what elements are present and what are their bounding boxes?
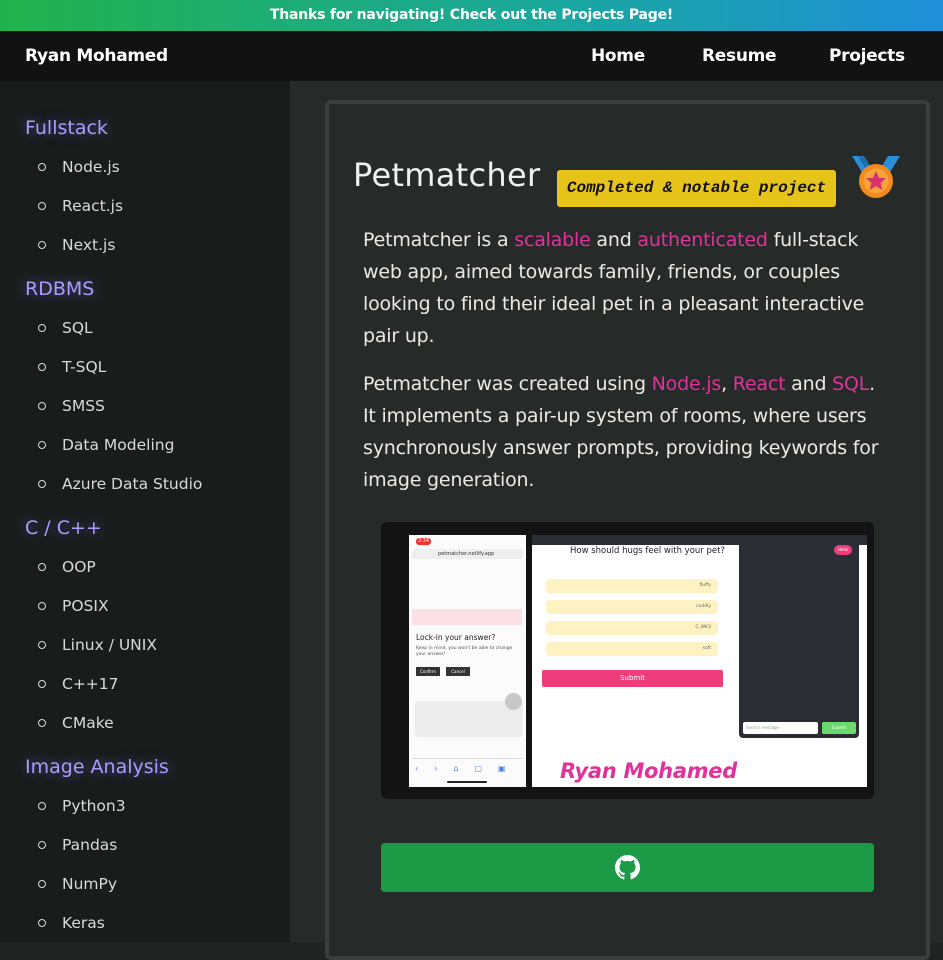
section-title-c-cpp: C / C++ bbox=[25, 517, 102, 539]
bullet-icon bbox=[38, 202, 46, 210]
highlight-sql: SQL bbox=[832, 373, 870, 395]
phone-lockin-heading: Lock-in your answer? bbox=[416, 633, 496, 642]
phone-url-bar: petmatcher.netlify.app bbox=[412, 549, 523, 559]
description-paragraph-2: Petmatcher was created using Node.js, Re… bbox=[363, 373, 879, 491]
skill-item: OOP bbox=[38, 557, 96, 577]
bullet-icon bbox=[38, 563, 46, 571]
phone-confirm-button[interactable]: Confirm bbox=[416, 667, 440, 676]
skill-label: Linux / UNIX bbox=[62, 636, 157, 654]
phone-mockup: 2:34 petmatcher.netlify.app Lock-in your… bbox=[409, 535, 526, 787]
bullet-icon bbox=[38, 680, 46, 688]
signature-text: Ryan Mohamed bbox=[560, 759, 737, 783]
skill-label: React.js bbox=[62, 197, 124, 215]
project-title: Petmatcher bbox=[353, 156, 541, 194]
skill-item: POSIX bbox=[38, 596, 109, 616]
bullet-icon bbox=[38, 919, 46, 927]
bullet-icon bbox=[38, 719, 46, 727]
phone-lockin-text: Keep in mind, you won't be able to chang… bbox=[416, 646, 513, 657]
answer-option[interactable]: cuddly bbox=[546, 600, 718, 614]
section-title-fullstack: Fullstack bbox=[25, 117, 108, 139]
bullet-icon bbox=[38, 402, 46, 410]
tablet-chat-panel: Hello Send a message Submit bbox=[739, 541, 859, 738]
skill-item: SMSS bbox=[38, 396, 105, 416]
tablet-submit-button[interactable]: Submit bbox=[542, 670, 723, 687]
bullet-icon bbox=[38, 324, 46, 332]
section-title-image-analysis: Image Analysis bbox=[25, 756, 169, 778]
skill-label: Data Modeling bbox=[62, 436, 175, 454]
skill-label: CMake bbox=[62, 714, 114, 732]
tablet-question: How should hugs feel with your pet? bbox=[570, 546, 725, 556]
answer-option[interactable]: soft bbox=[546, 642, 718, 656]
skill-label: C++17 bbox=[62, 675, 119, 693]
skill-label: T-SQL bbox=[62, 358, 107, 376]
skill-item: Node.js bbox=[38, 157, 120, 177]
skill-item: React.js bbox=[38, 196, 123, 216]
phone-browser-toolbar: ‹›⌂▢▣ bbox=[415, 764, 522, 773]
skill-label: POSIX bbox=[62, 597, 109, 615]
skill-label: SQL bbox=[62, 319, 93, 337]
phone-toolbar-divider bbox=[412, 758, 523, 759]
phone-input-faded bbox=[412, 609, 522, 625]
bullet-icon bbox=[38, 480, 46, 488]
highlight-nodejs: Node.js bbox=[651, 373, 722, 395]
medal-icon bbox=[852, 156, 900, 198]
bullet-icon bbox=[38, 641, 46, 649]
answer-option[interactable]: fluffy bbox=[546, 579, 718, 593]
skill-label: Next.js bbox=[62, 236, 116, 254]
skill-item: SQL bbox=[38, 318, 93, 338]
section-title-rdbms: RDBMS bbox=[25, 278, 95, 300]
banner-text: Thanks for navigating! Check out the Pro… bbox=[269, 7, 674, 23]
github-button[interactable] bbox=[381, 843, 874, 892]
highlight-authenticated: authenticated bbox=[637, 229, 768, 251]
github-icon bbox=[615, 855, 640, 880]
skill-item: Data Modeling bbox=[38, 435, 174, 455]
skill-item: CMake bbox=[38, 713, 114, 733]
skill-label: OOP bbox=[62, 558, 96, 576]
skill-item: Azure Data Studio bbox=[38, 474, 202, 494]
skills-sidebar: Fullstack Node.js React.js Next.js RDBMS… bbox=[0, 81, 290, 942]
bullet-icon bbox=[38, 802, 46, 810]
top-navbar: Ryan Mohamed Home Resume Projects bbox=[0, 31, 943, 81]
phone-avatar bbox=[505, 693, 522, 710]
bullet-icon bbox=[38, 880, 46, 888]
skill-label: Pandas bbox=[62, 836, 118, 854]
phone-cancel-button[interactable]: Cancel bbox=[446, 667, 470, 676]
skill-item: Next.js bbox=[38, 235, 115, 255]
skill-item: Keras bbox=[38, 913, 105, 933]
skill-item: Python3 bbox=[38, 796, 126, 816]
highlight-scalable: scalable bbox=[514, 229, 591, 251]
notification-banner: Thanks for navigating! Check out the Pro… bbox=[0, 0, 943, 31]
tablet-mockup: How should hugs feel with your pet? fluf… bbox=[532, 535, 867, 787]
bullet-icon bbox=[38, 841, 46, 849]
answer-option[interactable]: C_WK3 bbox=[546, 621, 718, 635]
nav-home-link[interactable]: Home bbox=[591, 31, 645, 81]
chat-bubble: Hello bbox=[834, 545, 852, 555]
skill-item: T-SQL bbox=[38, 357, 106, 377]
skill-item: C++17 bbox=[38, 674, 119, 694]
chat-input[interactable]: Send a message bbox=[743, 722, 818, 734]
skill-label: Keras bbox=[62, 914, 105, 932]
brand-name[interactable]: Ryan Mohamed bbox=[25, 31, 168, 81]
skill-item: NumPy bbox=[38, 874, 117, 894]
skill-label: Azure Data Studio bbox=[62, 475, 203, 493]
bullet-icon bbox=[38, 241, 46, 249]
bullet-icon bbox=[38, 163, 46, 171]
highlight-react: React bbox=[732, 373, 786, 395]
description-paragraph-1: Petmatcher is a scalable and authenticat… bbox=[363, 229, 865, 347]
bullet-icon bbox=[38, 441, 46, 449]
chat-submit-button[interactable]: Submit bbox=[822, 722, 856, 734]
skill-label: Node.js bbox=[62, 158, 120, 176]
bullet-icon bbox=[38, 602, 46, 610]
skill-item: Linux / UNIX bbox=[38, 635, 157, 655]
notable-badge: Completed & notable project bbox=[557, 170, 836, 207]
bullet-icon bbox=[38, 363, 46, 371]
skill-label: Python3 bbox=[62, 797, 126, 815]
skill-label: NumPy bbox=[62, 875, 118, 893]
phone-home-indicator bbox=[447, 781, 487, 783]
skill-label: SMSS bbox=[62, 397, 105, 415]
skill-item: Pandas bbox=[38, 835, 117, 855]
nav-projects-link[interactable]: Projects bbox=[829, 31, 905, 81]
nav-resume-link[interactable]: Resume bbox=[702, 31, 777, 81]
phone-time: 2:34 bbox=[416, 538, 431, 545]
